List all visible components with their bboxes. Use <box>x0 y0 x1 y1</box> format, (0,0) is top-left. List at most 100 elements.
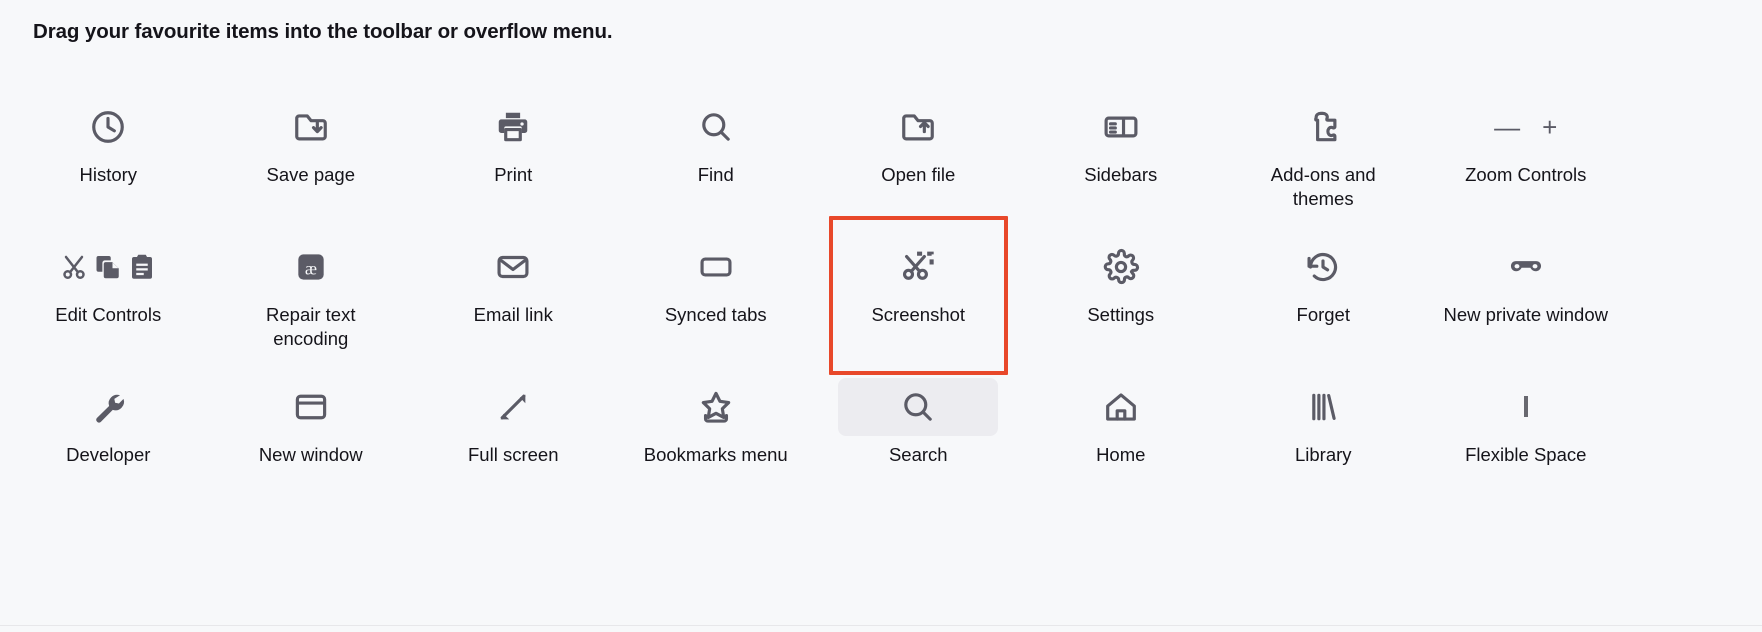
item-label: Developer <box>66 444 151 465</box>
palette-item-email-link[interactable]: Email link <box>412 228 615 368</box>
item-icon-container <box>636 378 796 436</box>
search-icon <box>697 108 735 146</box>
item-icon-container <box>1243 238 1403 296</box>
fullscreen-arrows-icon <box>494 388 532 426</box>
cut-copy-paste-icon <box>59 252 157 282</box>
window-icon <box>292 388 330 426</box>
search-icon <box>899 388 937 426</box>
envelope-icon <box>494 248 532 286</box>
item-label: Email link <box>473 304 553 325</box>
synced-tabs-icon <box>697 248 735 286</box>
item-icon-container <box>1446 238 1606 296</box>
item-icon-container <box>838 378 999 436</box>
customize-toolbar-palette: Drag your favourite items into the toolb… <box>0 0 1762 626</box>
item-icon-container <box>1243 378 1403 436</box>
item-label: Screenshot <box>871 304 966 325</box>
item-icon-container <box>231 98 391 156</box>
bookmark-star-icon <box>697 388 735 426</box>
item-icon-container <box>1446 378 1606 436</box>
item-label: New window <box>258 444 363 465</box>
palette-item-add-ons-and-themes[interactable]: Add-ons and themes <box>1222 88 1425 228</box>
palette-item-forget[interactable]: Forget <box>1222 228 1425 368</box>
zoom-in-icon: + <box>1542 112 1558 142</box>
item-label: Save page <box>266 164 355 185</box>
palette-item-save-page[interactable]: Save page <box>210 88 413 228</box>
palette-item-full-screen[interactable]: Full screen <box>412 368 615 508</box>
item-icon-container <box>1041 98 1201 156</box>
item-icon-container <box>1041 378 1201 436</box>
item-label: Sidebars <box>1084 164 1158 185</box>
text-encoding-icon: æ <box>292 248 330 286</box>
gear-icon <box>1102 248 1140 286</box>
palette-instruction-title: Drag your favourite items into the toolb… <box>33 20 613 43</box>
item-icon-container <box>433 378 593 436</box>
zoom-out-icon: — <box>1494 112 1521 142</box>
item-icon-container <box>1243 98 1403 156</box>
item-label: Flexible Space <box>1465 444 1587 465</box>
palette-item-open-file[interactable]: Open file <box>817 88 1020 228</box>
item-icon-container <box>28 238 188 296</box>
item-icon-container <box>636 238 796 296</box>
item-label: Edit Controls <box>55 304 162 325</box>
sidebars-icon <box>1102 108 1140 146</box>
item-label: Forget <box>1296 304 1350 325</box>
palette-item-grid: History Save page Print Find Open file S… <box>7 88 1755 508</box>
item-label: Synced tabs <box>664 304 767 325</box>
copy-icon <box>96 256 119 279</box>
item-icon-container <box>231 378 391 436</box>
private-mask-icon <box>1507 248 1545 286</box>
item-icon-container: — + <box>1446 98 1606 156</box>
screenshot-scissors-icon <box>899 248 937 286</box>
palette-item-search[interactable]: Search <box>817 368 1020 508</box>
item-label: Settings <box>1087 304 1155 325</box>
palette-item-library[interactable]: Library <box>1222 368 1425 508</box>
paste-clipboard-icon <box>132 254 153 279</box>
save-page-icon <box>292 108 330 146</box>
item-label: Add-ons and themes <box>1270 164 1376 209</box>
palette-item-flexible-space[interactable]: Flexible Space <box>1425 368 1628 508</box>
item-label: Open file <box>881 164 956 185</box>
wrench-icon <box>89 388 127 426</box>
palette-item-developer[interactable]: Developer <box>7 368 210 508</box>
clock-icon <box>89 108 127 146</box>
palette-item-screenshot[interactable]: Screenshot <box>817 216 1020 375</box>
item-icon-container <box>433 238 593 296</box>
puzzle-piece-icon <box>1304 108 1342 146</box>
item-label: Home <box>1096 444 1146 465</box>
palette-item-home[interactable]: Home <box>1020 368 1223 508</box>
palette-item-synced-tabs[interactable]: Synced tabs <box>615 228 818 368</box>
palette-item-new-private-window[interactable]: New private window <box>1425 228 1628 368</box>
item-label: Search <box>888 444 948 465</box>
palette-item-history[interactable]: History <box>7 88 210 228</box>
library-books-icon <box>1304 388 1342 426</box>
printer-icon <box>494 108 532 146</box>
item-label: Library <box>1294 444 1352 465</box>
item-label: Full screen <box>468 444 559 465</box>
item-icon-container <box>1041 238 1201 296</box>
palette-item-find[interactable]: Find <box>615 88 818 228</box>
zoom-controls-icon: — + <box>1494 114 1557 140</box>
palette-item-settings[interactable]: Settings <box>1020 228 1223 368</box>
palette-item-bookmarks-menu[interactable]: Bookmarks menu <box>615 368 818 508</box>
palette-item-print[interactable]: Print <box>412 88 615 228</box>
item-icon-container <box>433 98 593 156</box>
flexible-space-icon <box>1523 396 1528 417</box>
item-icon-container: æ <box>231 238 391 296</box>
house-icon <box>1102 388 1140 426</box>
item-label: Repair text encoding <box>266 304 356 349</box>
item-icon-container <box>838 98 998 156</box>
scissors-icon <box>63 255 85 279</box>
item-label: New private window <box>1443 304 1608 325</box>
item-label: Zoom Controls <box>1465 164 1587 185</box>
item-icon-container <box>28 98 188 156</box>
item-label: Print <box>494 164 533 185</box>
palette-item-edit-controls[interactable]: Edit Controls <box>7 228 210 368</box>
forget-clock-icon <box>1304 248 1342 286</box>
palette-item-new-window[interactable]: New window <box>210 368 413 508</box>
palette-item-zoom-controls[interactable]: — + Zoom Controls <box>1425 88 1628 228</box>
item-label: Bookmarks menu <box>643 444 788 465</box>
svg-text:æ: æ <box>305 258 317 278</box>
item-icon-container <box>636 98 796 156</box>
palette-item-sidebars[interactable]: Sidebars <box>1020 88 1223 228</box>
palette-item-repair-text-encoding[interactable]: æ Repair text encoding <box>210 228 413 368</box>
